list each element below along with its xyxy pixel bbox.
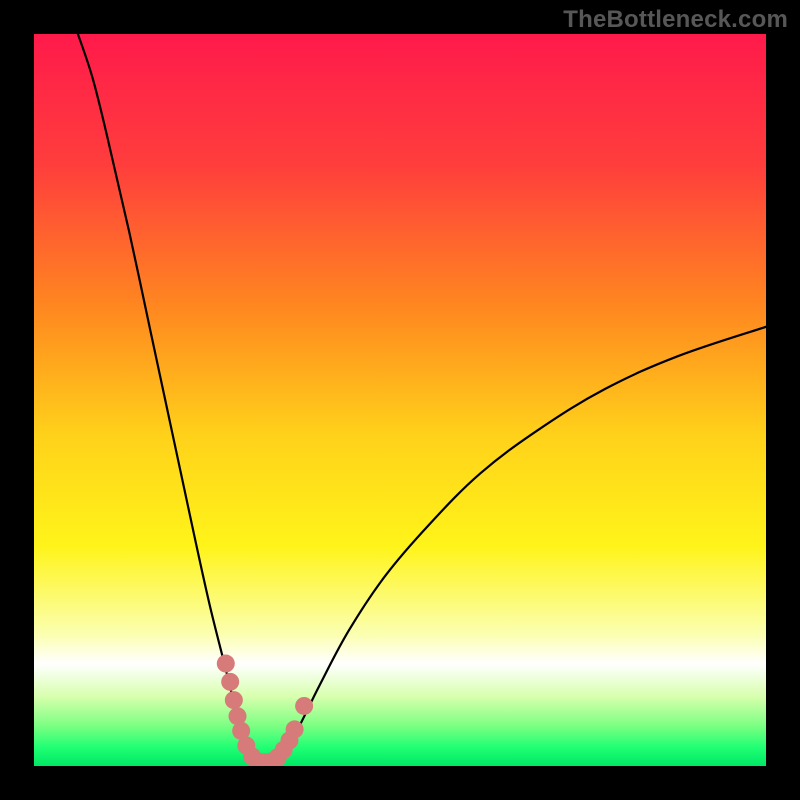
- watermark-text: TheBottleneck.com: [563, 6, 788, 34]
- chart-svg: [34, 34, 766, 766]
- chart-frame: TheBottleneck.com: [0, 0, 800, 800]
- plot-area: [34, 34, 766, 766]
- highlight-dot: [286, 720, 304, 738]
- highlight-dot: [295, 697, 313, 715]
- gradient-background: [34, 34, 766, 766]
- highlight-dot: [221, 673, 239, 691]
- highlight-dot: [217, 655, 235, 673]
- highlight-dot: [225, 691, 243, 709]
